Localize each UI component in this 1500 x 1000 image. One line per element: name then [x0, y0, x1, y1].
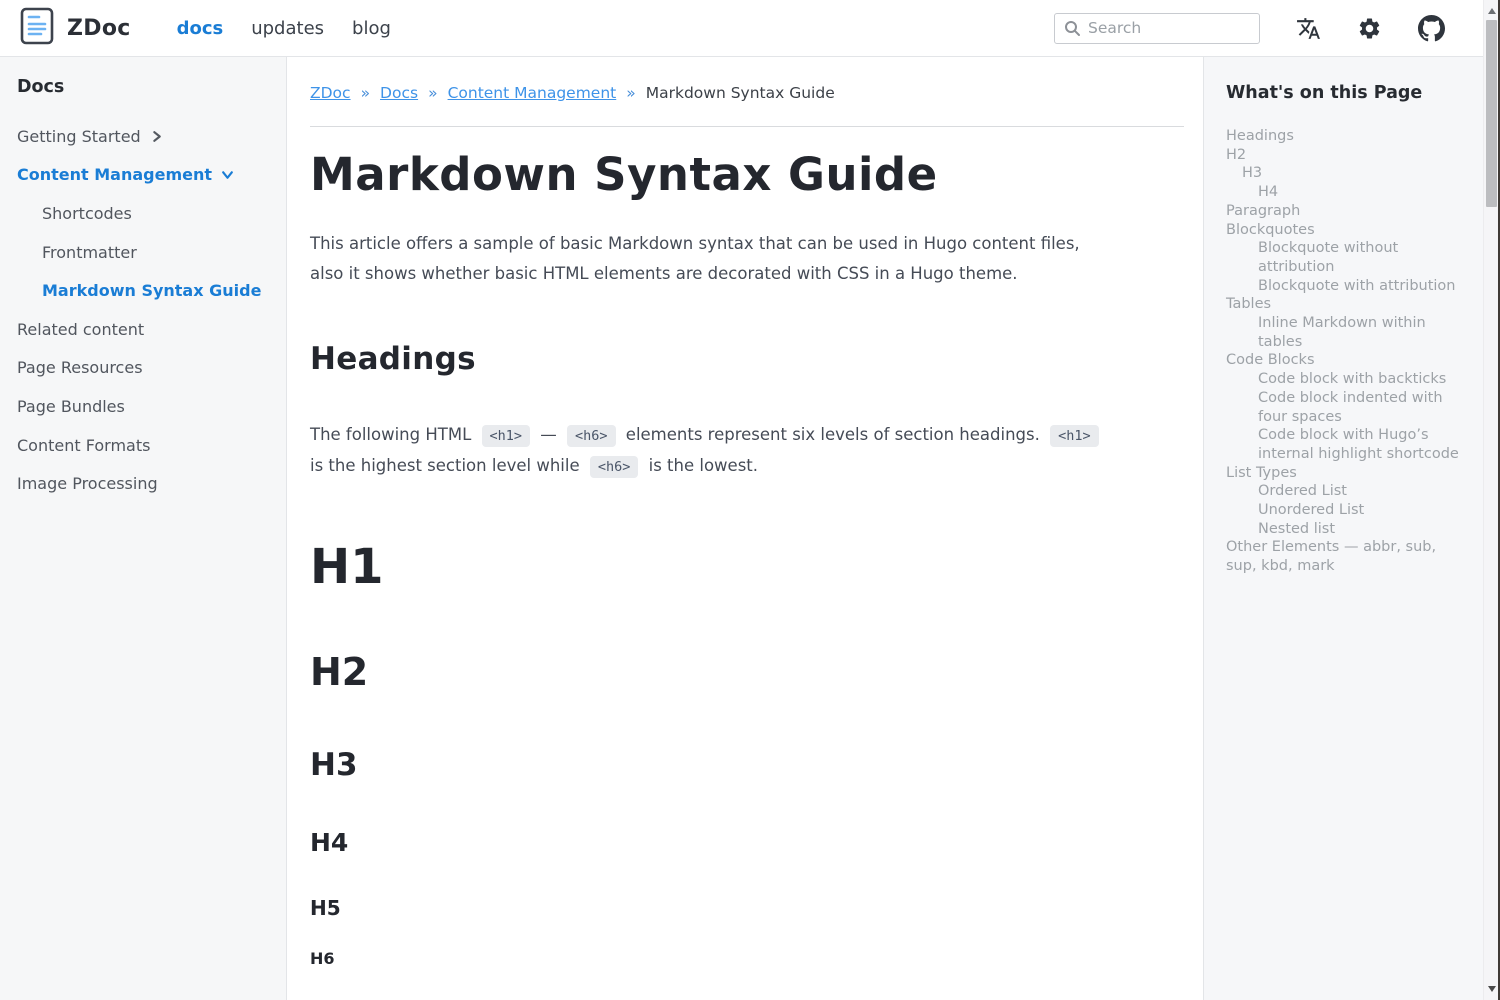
brand-name: ZDoc: [67, 16, 131, 41]
toc-item-blockquotes[interactable]: Blockquotes: [1226, 221, 1460, 240]
intro-line: This article offers a sample of basic Ma…: [310, 234, 1080, 253]
toc-item-nested-list[interactable]: Nested list: [1226, 520, 1460, 539]
inline-code-chip: <h1>: [482, 425, 531, 447]
breadcrumb-item-docs[interactable]: Docs: [380, 83, 418, 104]
toc-item-unordered-list[interactable]: Unordered List: [1226, 501, 1460, 520]
toc-item-h3[interactable]: H3: [1226, 164, 1460, 183]
sidebar-title: Docs: [17, 77, 276, 97]
toc-item-paragraph[interactable]: Paragraph: [1226, 202, 1460, 221]
sidebar-item-label: Image Processing: [17, 474, 158, 493]
sidebar-item-label: Getting Started: [17, 127, 141, 146]
sidebar-item-label: Markdown Syntax Guide: [42, 281, 261, 300]
nav-link-docs[interactable]: docs: [177, 18, 224, 39]
sidebar-item-frontmatter[interactable]: Frontmatter: [17, 233, 276, 272]
breadcrumb-item-zdoc[interactable]: ZDoc: [310, 83, 351, 104]
toc-item-h4[interactable]: H4: [1226, 183, 1460, 202]
translate-icon[interactable]: [1296, 16, 1321, 41]
inline-code-chip: <h6>: [590, 456, 639, 478]
sidebar-item-related-content[interactable]: Related content: [17, 310, 276, 349]
scrollbar-up-arrow[interactable]: [1488, 8, 1496, 14]
main-content: ZDoc » Docs » Content Management » Markdown Sy…: [287, 57, 1203, 1000]
toc-item-tables[interactable]: Tables: [1226, 295, 1460, 314]
toc-item-ordered-list[interactable]: Ordered List: [1226, 482, 1460, 501]
chevron-right-icon: [150, 130, 163, 143]
toc-item-code-block-with-backticks[interactable]: Code block with backticks: [1226, 370, 1460, 389]
sidebar-item-label: Shortcodes: [42, 204, 132, 223]
sidebar-item-content-management[interactable]: Content Management: [17, 156, 276, 195]
breadcrumb-separator: »: [626, 83, 635, 104]
paragraph-text: The following HTML: [310, 425, 477, 444]
toc-title: What's on this Page: [1226, 83, 1460, 103]
headings-paragraph: The following HTML <h1> — <h6> elements …: [310, 420, 1184, 482]
toc-item-other-elements-abbr-sub-sup-kbd-mark[interactable]: Other Elements — abbr, sub, sup, kbd, ma…: [1226, 538, 1460, 575]
sample-heading-h1: H1: [310, 540, 1184, 595]
sidebar-item-markdown-syntax-guide[interactable]: Markdown Syntax Guide: [17, 271, 276, 310]
sample-heading-h6: H6: [310, 950, 1184, 968]
toc-list: HeadingsH2H3H4ParagraphBlockquotesBlockq…: [1226, 127, 1460, 576]
section-heading-headings: Headings: [310, 341, 1184, 378]
sample-heading-h4: H4: [310, 829, 1184, 858]
nav-link-blog[interactable]: blog: [352, 18, 391, 39]
page-title: Markdown Syntax Guide: [310, 149, 1184, 201]
inline-code-chip: <h6>: [567, 425, 616, 447]
settings-gear-icon[interactable]: [1357, 16, 1382, 41]
breadcrumb-item-content-management[interactable]: Content Management: [448, 83, 617, 104]
toc-item-headings[interactable]: Headings: [1226, 127, 1460, 146]
breadcrumb: ZDoc » Docs » Content Management » Markdown Sy…: [310, 83, 1184, 104]
toc-item-h2[interactable]: H2: [1226, 146, 1460, 165]
toc-item-code-block-indented-with-four-spaces[interactable]: Code block indented with four spaces: [1226, 389, 1460, 426]
toc-item-blockquote-with-attribution[interactable]: Blockquote with attribution: [1226, 277, 1460, 296]
toc-item-blockquote-without-attribution[interactable]: Blockquote without attribution: [1226, 239, 1460, 276]
scrollbar-thumb[interactable]: [1486, 20, 1497, 207]
sidebar-item-page-resources[interactable]: Page Resources: [17, 349, 276, 388]
left-sidebar: Docs Getting Started Content Management Sh…: [0, 57, 287, 1000]
nav-link-updates[interactable]: updates: [251, 18, 324, 39]
sidebar-item-label: Content Management: [17, 165, 212, 184]
sidebar-item-label: Frontmatter: [42, 243, 137, 262]
sidebar-item-page-bundles[interactable]: Page Bundles: [17, 387, 276, 426]
breadcrumb-separator: »: [361, 83, 370, 104]
sidebar-item-label: Page Bundles: [17, 397, 125, 416]
paragraph-text: is the highest section level while: [310, 456, 585, 475]
sample-heading-h2: H2: [310, 651, 1184, 695]
intro-paragraph: This article offers a sample of basic Ma…: [310, 229, 1184, 289]
toc-panel: What's on this Page HeadingsH2H3H4Paragr…: [1203, 57, 1500, 1000]
inline-code-chip: <h1>: [1050, 425, 1099, 447]
breadcrumb-item-markdown-syntax-guide: Markdown Syntax Guide: [646, 83, 835, 104]
sample-heading-h5: H5: [310, 897, 1184, 920]
breadcrumb-separator: »: [428, 83, 437, 104]
brand[interactable]: ZDoc: [20, 6, 131, 50]
search-input[interactable]: [1088, 19, 1250, 37]
scrollbar-down-arrow[interactable]: [1488, 986, 1496, 992]
sample-headings: H1 H2 H3 H4 H5 H6: [310, 540, 1184, 969]
paragraph-text: is the lowest.: [643, 456, 758, 475]
sidebar-item-content-formats[interactable]: Content Formats: [17, 426, 276, 465]
sidebar-item-shortcodes[interactable]: Shortcodes: [17, 194, 276, 233]
toc-item-inline-markdown-within-tables[interactable]: Inline Markdown within tables: [1226, 314, 1460, 351]
sidebar-item-image-processing[interactable]: Image Processing: [17, 464, 276, 503]
divider: [310, 126, 1184, 127]
sidebar-item-getting-started[interactable]: Getting Started: [17, 117, 276, 156]
sidebar-item-label: Content Formats: [17, 436, 150, 455]
toc-item-code-block-with-hugo-s-internal-highlight-shortcode[interactable]: Code block with Hugo’s internal highligh…: [1226, 426, 1460, 463]
paragraph-text: —: [535, 425, 562, 444]
sidebar-item-label: Page Resources: [17, 358, 143, 377]
intro-line: also it shows whether basic HTML element…: [310, 264, 1018, 283]
zdoc-logo-icon: [20, 6, 54, 50]
search-box: [1054, 13, 1260, 44]
toc-item-list-types[interactable]: List Types: [1226, 464, 1460, 483]
toc-item-code-blocks[interactable]: Code Blocks: [1226, 351, 1460, 370]
topbar: ZDoc docs updates blog: [0, 0, 1500, 57]
github-icon[interactable]: [1418, 15, 1445, 42]
nav-links: docs updates blog: [177, 18, 391, 39]
sidebar-item-label: Related content: [17, 320, 144, 339]
paragraph-text: elements represent six levels of section…: [621, 425, 1046, 444]
sample-heading-h3: H3: [310, 748, 1184, 784]
chevron-down-icon: [221, 168, 234, 181]
sidebar-nav: Getting Started Content Management Shortco…: [17, 117, 276, 503]
search-icon: [1064, 20, 1081, 37]
